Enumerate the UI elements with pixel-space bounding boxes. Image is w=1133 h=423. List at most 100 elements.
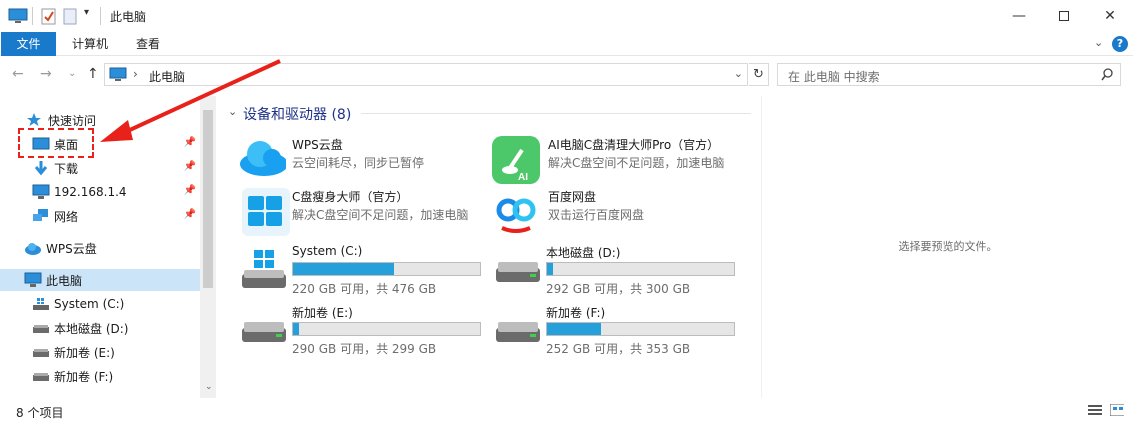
ribbon: 文件 计算机 查看 ⌄ ? <box>0 32 1133 56</box>
recent-dropdown-icon[interactable]: ⌄ <box>68 68 76 79</box>
app-name: 百度网盘 <box>548 190 597 204</box>
baidu-netdisk-icon <box>496 198 536 233</box>
sidebar-item-label: 192.168.1.4 <box>54 185 127 199</box>
drive-name: 本地磁盘 (D:) <box>546 246 621 260</box>
drive-icon <box>33 373 49 381</box>
sidebar-item-drive-f[interactable]: 新加卷 (F:) <box>32 365 198 387</box>
drive-name: 新加卷 (F:) <box>546 306 606 320</box>
drive-tile-d[interactable]: 本地磁盘 (D:) 292 GB 可用，共 300 GB <box>484 242 754 296</box>
drive-usage-bar <box>292 322 481 336</box>
drive-usage-text: 290 GB 可用，共 299 GB <box>292 342 437 356</box>
app-tile-wps-cloud[interactable]: WPS云盘 云空间耗尽，同步已暂停 <box>230 134 480 186</box>
properties-icon[interactable] <box>40 6 58 26</box>
sidebar-item-this-pc[interactable]: 此电脑 <box>0 269 200 291</box>
drive-usage-fill <box>293 263 394 275</box>
sidebar-item-label: 新加卷 (E:) <box>54 345 115 360</box>
pin-icon[interactable]: 📌 <box>184 185 196 196</box>
maximize-button[interactable] <box>1041 0 1087 31</box>
search-placeholder: 在 此电脑 中搜索 <box>788 70 880 84</box>
forward-icon[interactable]: → <box>40 66 52 82</box>
drive-tile-e[interactable]: 新加卷 (E:) 290 GB 可用，共 299 GB <box>230 302 500 356</box>
tab-file[interactable]: 文件 <box>1 32 56 56</box>
drive-usage-fill <box>547 263 553 275</box>
tab-view[interactable]: 查看 <box>128 32 168 56</box>
star-icon <box>27 113 41 126</box>
tab-computer[interactable]: 计算机 <box>64 32 116 56</box>
app-subtitle: 解决C盘空间不足问题，加速电脑 <box>548 156 725 170</box>
drive-tile-f[interactable]: 新加卷 (F:) 252 GB 可用，共 353 GB <box>484 302 754 356</box>
status-bar: 8 个项目 <box>0 398 1133 423</box>
drive-usage-bar <box>546 322 735 336</box>
help-icon[interactable]: ? <box>1112 36 1128 52</box>
app-name: WPS云盘 <box>292 138 343 152</box>
network-icon <box>33 209 48 221</box>
maximize-icon <box>1059 10 1069 21</box>
refresh-icon: ↻ <box>753 67 764 82</box>
main-content: ⌄ 设备和驱动器 (8) WPS云盘 云空间耗尽，同步已暂停 AI AI电脑C盘… <box>216 96 761 398</box>
drive-icon <box>33 325 49 333</box>
sidebar-item-network[interactable]: 网络 📌 <box>32 205 198 227</box>
large-icons-view-icon[interactable] <box>1110 404 1124 416</box>
computer-icon <box>24 272 42 287</box>
drive-usage-fill <box>547 323 602 335</box>
sidebar-item-label: WPS云盘 <box>46 241 97 256</box>
app-tile-baidu-netdisk[interactable]: 百度网盘 双击运行百度网盘 <box>484 186 734 238</box>
sidebar-item-label: 此电脑 <box>46 273 83 288</box>
drive-icon <box>242 322 286 342</box>
sidebar-item-network-share[interactable]: 192.168.1.4 📌 <box>32 181 198 203</box>
search-icon <box>1101 68 1113 81</box>
drive-usage-bar <box>546 262 735 276</box>
network-computer-icon <box>32 184 50 199</box>
windows-grid-icon <box>242 188 290 236</box>
svg-text:AI: AI <box>518 172 528 183</box>
sidebar-item-label: 本地磁盘 (D:) <box>54 321 129 336</box>
preview-message: 选择要预览的文件。 <box>898 240 998 253</box>
sidebar-item-label: 快速访问 <box>48 113 97 128</box>
cloud-icon <box>240 141 286 176</box>
sidebar-item-drive-e[interactable]: 新加卷 (E:) <box>32 341 198 363</box>
search-input[interactable]: 在 此电脑 中搜索 <box>777 63 1121 86</box>
ribbon-expand-icon[interactable]: ⌄ <box>1094 36 1103 49</box>
system-drive-icon <box>242 250 286 288</box>
drive-icon <box>496 262 540 282</box>
address-dropdown-icon[interactable]: ⌄ <box>734 67 743 80</box>
group-header[interactable]: 设备和驱动器 (8) <box>243 104 351 124</box>
sidebar-item-drive-c[interactable]: System (C:) <box>32 293 198 315</box>
new-folder-icon[interactable] <box>62 6 78 26</box>
item-count: 8 个项目 <box>16 406 64 420</box>
system-drive-icon <box>33 298 49 310</box>
cloud-icon <box>25 243 41 255</box>
app-name: AI电脑C盘清理大师Pro（官方） <box>548 138 720 152</box>
refresh-button[interactable]: ↻ <box>749 63 769 86</box>
app-tile-ai-cleaner[interactable]: AI AI电脑C盘清理大师Pro（官方） 解决C盘空间不足问题，加速电脑 <box>484 134 754 186</box>
app-subtitle: 解决C盘空间不足问题，加速电脑 <box>292 208 469 222</box>
sidebar-item-label: 网络 <box>54 209 79 224</box>
minimize-button[interactable]: — <box>996 0 1042 31</box>
drive-icon <box>33 349 49 357</box>
drive-usage-text: 252 GB 可用，共 353 GB <box>546 342 691 356</box>
drive-name: System (C:) <box>292 244 363 258</box>
group-divider <box>361 113 751 114</box>
annotation-highlight-box <box>18 128 94 158</box>
quick-access-dropdown-icon[interactable]: ▾ <box>84 7 89 18</box>
app-tile-c-slimmer[interactable]: C盘瘦身大师（官方） 解决C盘空间不足问题，加速电脑 <box>230 186 480 238</box>
scroll-down-icon[interactable]: ⌄ <box>205 382 213 392</box>
group-collapse-icon[interactable]: ⌄ <box>228 105 237 118</box>
sidebar-item-downloads[interactable]: 下载 📌 <box>32 157 198 179</box>
computer-icon <box>8 8 28 23</box>
drive-name: 新加卷 (E:) <box>292 306 353 320</box>
drive-usage-bar <box>292 262 481 276</box>
drive-tile-c[interactable]: System (C:) 220 GB 可用，共 476 GB <box>230 242 500 296</box>
details-view-icon[interactable] <box>1088 404 1102 416</box>
pin-icon[interactable]: 📌 <box>184 161 196 172</box>
drive-usage-text: 292 GB 可用，共 300 GB <box>546 282 691 296</box>
drive-usage-text: 220 GB 可用，共 476 GB <box>292 282 437 296</box>
title-bar: ▾ 此电脑 — ✕ <box>0 0 1133 32</box>
close-button[interactable]: ✕ <box>1087 0 1133 31</box>
pin-icon[interactable]: 📌 <box>184 209 196 220</box>
drive-usage-fill <box>293 323 299 335</box>
sidebar-item-label: 下载 <box>54 161 79 176</box>
back-icon[interactable]: ← <box>12 66 24 82</box>
sidebar-item-wps-cloud[interactable]: WPS云盘 <box>24 237 194 259</box>
sidebar-item-drive-d[interactable]: 本地磁盘 (D:) <box>32 317 198 339</box>
